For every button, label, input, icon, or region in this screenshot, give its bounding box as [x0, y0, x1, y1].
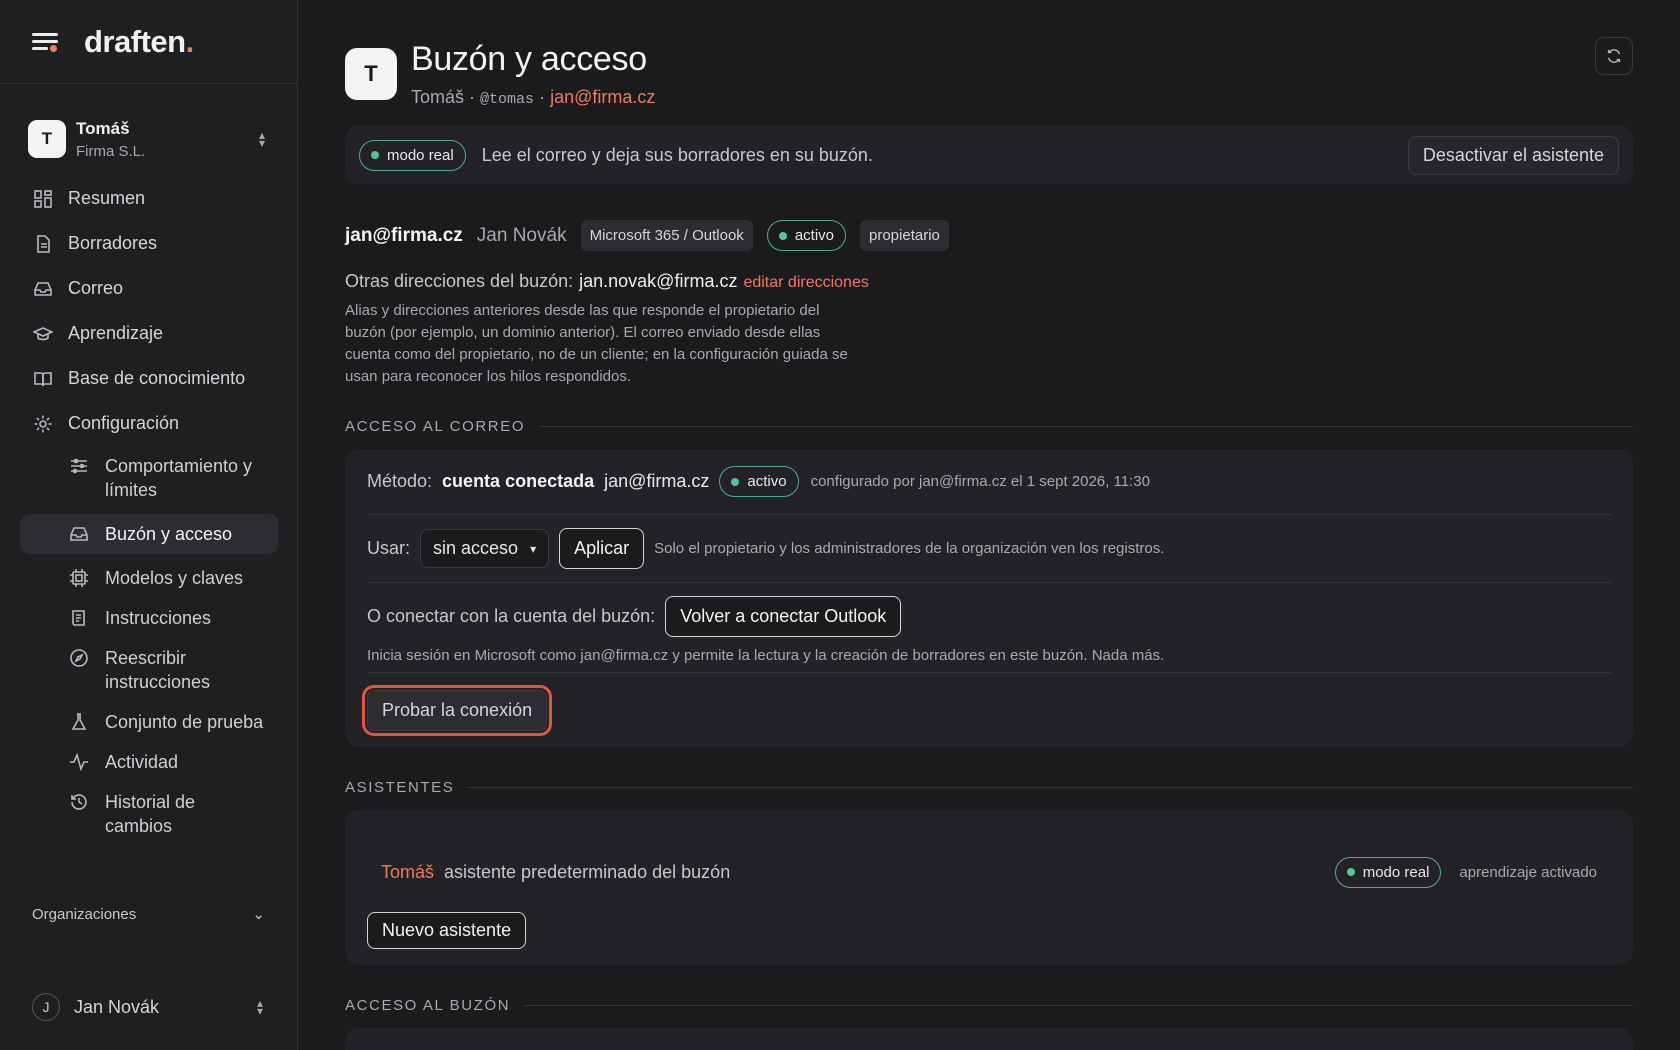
assistant-avatar: T: [345, 48, 397, 100]
edit-addresses-link[interactable]: editar direcciones: [743, 274, 868, 291]
mode-banner: modo real Lee el correo y deja sus borra…: [345, 126, 1633, 184]
test-row: Probar la conexión: [361, 673, 1611, 747]
account-avatar: T: [28, 120, 66, 158]
flask-icon: [68, 711, 90, 733]
status-dot: [778, 231, 787, 240]
assistant-name[interactable]: Tomáš: [381, 862, 434, 883]
mode-badge: modo real: [359, 139, 466, 171]
configured-note: configurado por jan@firma.cz el 1 sept 2…: [810, 473, 1150, 490]
status-dot: [1346, 868, 1355, 876]
status-dot: [371, 151, 379, 159]
deactivate-assistant-button[interactable]: Desactivar el asistente: [1407, 135, 1619, 175]
refresh-icon: [1607, 49, 1621, 63]
book-icon: [32, 368, 54, 390]
other-addresses: Otras direcciones del buzón: jan.novak@fi…: [345, 271, 869, 291]
user-name: Jan Novák: [74, 996, 160, 1017]
test-connection-button[interactable]: Probar la conexión: [361, 684, 553, 736]
page-header: T Buzón y acceso Tomáš · @tomas · jan@fi…: [345, 40, 1633, 108]
status-dot: [731, 477, 740, 486]
account-org: Firma S.L.: [76, 142, 146, 160]
inbox-icon: [68, 523, 90, 545]
apply-button[interactable]: Aplicar: [559, 528, 645, 569]
cpu-icon: [68, 567, 90, 589]
chevron-updown-icon: ▴ ▾: [256, 996, 264, 1018]
provider-tag: Microsoft 365 / Outlook: [580, 220, 753, 251]
other-addresses-description: Alias y direcciones anteriores desde las…: [345, 302, 848, 385]
assistant-row[interactable]: Tomáš asistente predeterminado del buzón…: [367, 810, 1611, 904]
organizations-toggle[interactable]: Organizaciones ⌄: [32, 905, 265, 924]
account-switcher[interactable]: T Tomáš Firma S.L. ▴ ▾: [0, 106, 297, 172]
page-title: Buzón y acceso: [411, 40, 647, 78]
graduation-cap-icon: [32, 323, 54, 345]
activity-icon: [68, 751, 90, 773]
chevron-down-icon: ⌄: [252, 906, 265, 923]
assistants-card: Tomáš asistente predeterminado del buzón…: [345, 810, 1633, 965]
learning-status: aprendizaje activado: [1459, 863, 1597, 881]
sidebar-item-aprendizaje[interactable]: Aprendizaje: [0, 311, 297, 356]
connect-note: Inicia sesión en Microsoft como jan@firm…: [367, 647, 1165, 664]
page-subtitle: Tomáš · @tomas · jan@firma.cz: [411, 87, 656, 108]
main-content: T Buzón y acceso Tomáš · @tomas · jan@fi…: [345, 0, 1633, 1050]
method-value: cuenta conectada: [442, 471, 595, 491]
sidebar-item-configuracion[interactable]: Configuración: [0, 401, 297, 446]
logo[interactable]: draften.: [84, 24, 194, 60]
mailbox-email: jan@firma.cz: [345, 224, 463, 246]
other-address-value: jan.novak@firma.cz: [579, 271, 738, 291]
handle: @tomas: [480, 91, 535, 108]
sidebar-subitem-actividad[interactable]: Actividad: [0, 742, 297, 782]
chevron-down-icon: ▾: [530, 541, 537, 556]
sidebar-subitem-comportamiento[interactable]: Comportamiento y límites: [0, 446, 297, 510]
user-avatar: J: [32, 993, 60, 1021]
use-row: Usar: sin acceso ▾ Aplicar Solo el propie…: [367, 515, 1611, 583]
sidebar-subitem-historial[interactable]: Historial de cambios: [0, 782, 297, 846]
sidebar: draften. T Tomáš Firma S.L. ▴ ▾ Resumen B…: [0, 0, 298, 1050]
section-heading-assistants: ASISTENTES: [345, 779, 1633, 796]
history-icon: [68, 791, 90, 813]
assistant-description: asistente predeterminado del buzón: [444, 861, 731, 882]
gear-icon: [32, 413, 54, 435]
account-name: Tomáš: [76, 118, 130, 138]
connect-row: O conectar con la cuenta del buzón: Volv…: [367, 583, 1611, 673]
sidebar-subitem-conjunto-prueba[interactable]: Conjunto de prueba: [0, 702, 297, 742]
inbox-icon: [32, 278, 54, 300]
sidebar-subitem-modelos[interactable]: Modelos y claves: [0, 558, 297, 598]
sidebar-subitem-reescribir[interactable]: Reescribir instrucciones: [0, 638, 297, 702]
chevron-updown-icon: ▴ ▾: [258, 128, 266, 150]
mail-access-card: Método: cuenta conectada jan@firma.cz ac…: [345, 449, 1633, 747]
user-switcher[interactable]: J Jan Novák ▴ ▾: [32, 993, 267, 1021]
use-note: Solo el propietario y los administradore…: [654, 540, 1165, 557]
sidebar-subitem-buzon-acceso[interactable]: Buzón y acceso: [20, 514, 279, 554]
section-heading-mailbox-access: ACCESO AL BUZÓN: [345, 997, 1633, 1014]
banner-text: Lee el correo y deja sus borradores en s…: [481, 144, 873, 165]
method-email: jan@firma.cz: [604, 471, 710, 491]
method-row: Método: cuenta conectada jan@firma.cz ac…: [367, 449, 1611, 515]
sidebar-subitem-instrucciones[interactable]: Instrucciones: [0, 598, 297, 638]
menu-icon[interactable]: [32, 31, 60, 53]
assistant-mode-badge: modo real: [1334, 856, 1442, 888]
scroll-icon: [68, 607, 90, 629]
section-heading-mail-access: ACCESO AL CORREO: [345, 418, 1633, 435]
mailbox-status-badge: activo: [766, 220, 846, 251]
brand-bar: draften.: [0, 0, 297, 84]
sidebar-item-correo[interactable]: Correo: [0, 266, 297, 311]
mailbox-access-card: [345, 1028, 1633, 1050]
compass-icon: [68, 647, 90, 669]
role-tag: propietario: [860, 220, 949, 251]
access-select[interactable]: sin acceso ▾: [420, 529, 550, 568]
new-assistant-button[interactable]: Nuevo asistente: [367, 912, 527, 949]
reconnect-outlook-button[interactable]: Volver a conectar Outlook: [665, 596, 902, 637]
refresh-button[interactable]: [1595, 37, 1633, 75]
access-status-badge: activo: [719, 466, 799, 497]
mailbox-owner: Jan Novák: [476, 224, 567, 246]
grid-icon: [32, 188, 54, 210]
sliders-icon: [68, 455, 90, 477]
sidebar-item-borradores[interactable]: Borradores: [0, 221, 297, 266]
sidebar-item-base-conocimiento[interactable]: Base de conocimiento: [0, 356, 297, 401]
sidebar-item-resumen[interactable]: Resumen: [0, 176, 297, 221]
document-icon: [32, 233, 54, 255]
header-email[interactable]: jan@firma.cz: [550, 87, 655, 107]
mailbox-summary: jan@firma.cz Jan Novák Microsoft 365 / O…: [345, 220, 1633, 251]
